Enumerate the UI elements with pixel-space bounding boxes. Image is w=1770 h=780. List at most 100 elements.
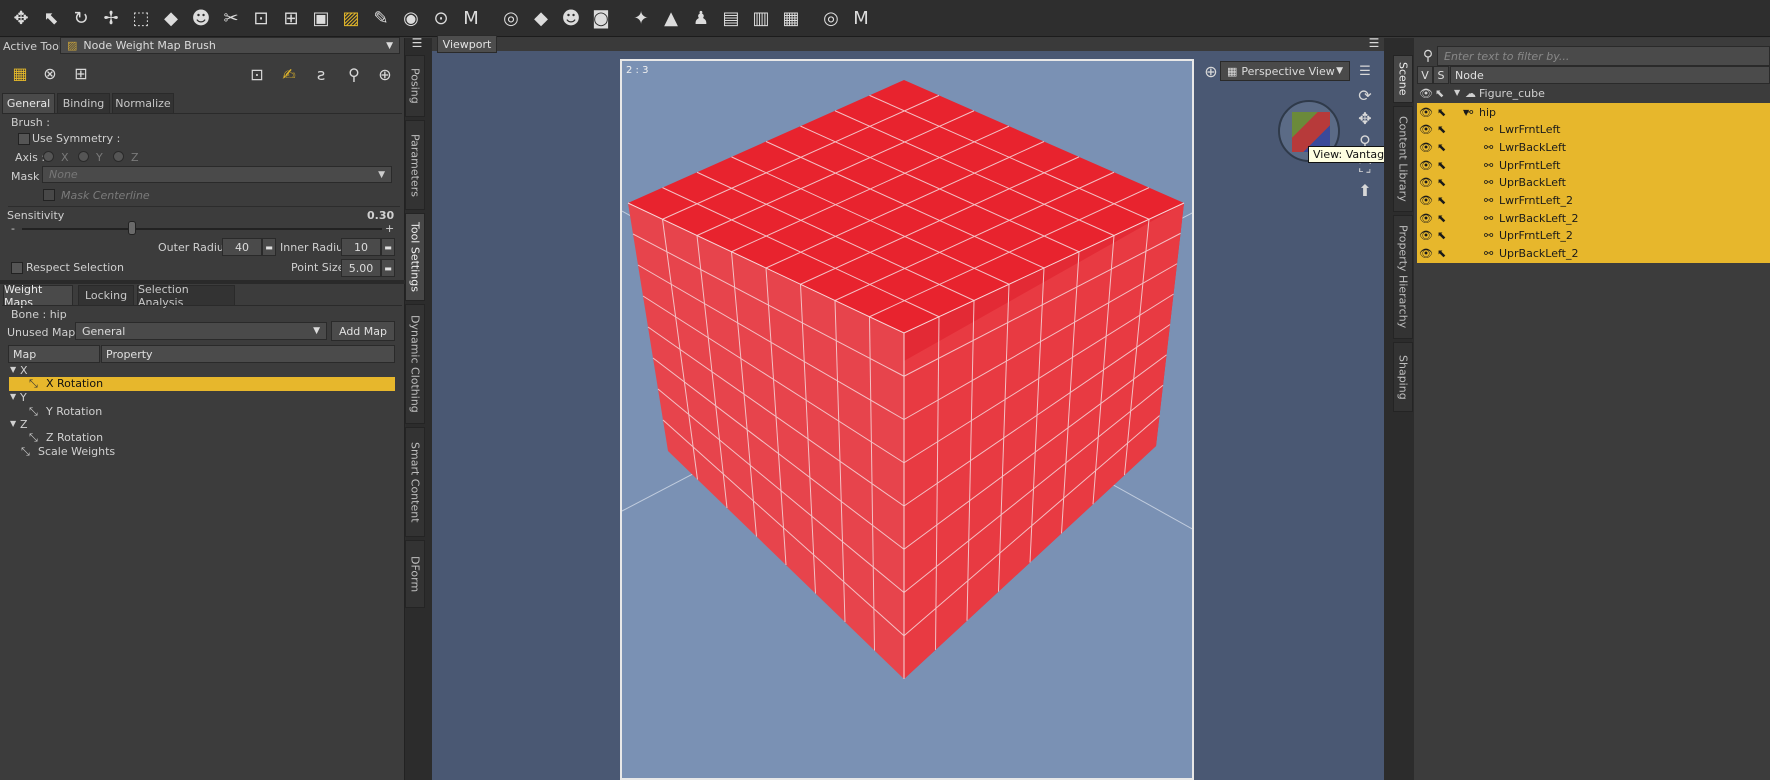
eye-icon[interactable]: 👁 <box>1419 141 1433 154</box>
sensitivity-minus[interactable]: - <box>11 222 15 235</box>
active-tool-select[interactable]: ▨ Node Weight Map Brush ▼ <box>60 37 400 54</box>
select-all-icon[interactable]: ▦ <box>12 64 28 83</box>
eye-icon[interactable]: 👁 <box>1419 176 1433 189</box>
figure-tool-icon[interactable]: ☻ <box>186 4 216 32</box>
vtab-scene[interactable]: Scene <box>1393 55 1413 103</box>
tab-weight-maps[interactable]: Weight Maps <box>3 283 73 309</box>
scene-row-bone[interactable]: 👁 ⬉ ⚯ LwrFrntLeft_2 <box>1417 191 1770 210</box>
tree-item-y-rotation[interactable]: Y Rotation <box>46 405 102 418</box>
light-icon[interactable]: ✦ <box>626 4 656 32</box>
eye-icon[interactable]: 👁 <box>1419 212 1433 225</box>
figure-pose-icon[interactable]: ♟ <box>686 4 716 32</box>
add-map-button[interactable]: Add Map <box>331 321 395 341</box>
pin-icon[interactable]: ⚲ <box>345 65 363 84</box>
smooth-icon[interactable]: ƨ <box>312 65 330 84</box>
column-header-visible[interactable]: V <box>1417 66 1433 84</box>
tab-normalize[interactable]: Normalize <box>112 93 174 113</box>
morph2-icon[interactable]: Ⅿ <box>846 4 876 32</box>
select-arrow-icon[interactable]: ⬉ <box>1437 123 1446 136</box>
render-settings3-icon[interactable]: ▦ <box>776 4 806 32</box>
select-arrow-icon[interactable]: ⬉ <box>1437 194 1446 207</box>
eye-icon[interactable]: 👁 <box>1419 123 1433 136</box>
vtab-smart-content[interactable]: Smart Content <box>405 427 425 537</box>
viewport-menu-icon[interactable]: ☰ <box>1366 36 1382 50</box>
axis-y-radio[interactable] <box>78 151 89 162</box>
sensitivity-slider-track[interactable] <box>22 228 382 230</box>
figure-icon[interactable]: ☻ <box>556 4 586 32</box>
unused-maps-select[interactable]: General ▼ <box>75 322 327 340</box>
geometry-icon[interactable]: ◆ <box>526 4 556 32</box>
render-icon[interactable]: ◎ <box>496 4 526 32</box>
column-header-property[interactable]: Property <box>101 345 395 363</box>
morph-icon[interactable]: Ⅿ <box>456 4 486 32</box>
select-arrow-icon[interactable]: ⬉ <box>1435 87 1444 100</box>
pan-icon[interactable]: ✥ <box>1355 109 1375 128</box>
node-selection-icon[interactable]: ⊞ <box>276 4 306 32</box>
tree-item-x-rotation[interactable]: ⤡ X Rotation <box>9 377 395 391</box>
column-header-node[interactable]: Node <box>1450 66 1770 84</box>
outer-radius-field[interactable]: 40 <box>222 238 262 256</box>
select-arrow-icon[interactable]: ⬉ <box>1437 212 1446 225</box>
select-arrow-icon[interactable]: ⬉ <box>1437 229 1446 242</box>
scene-row-bone[interactable]: 👁 ⬉ ⚯ LwrBackLeft <box>1417 138 1770 157</box>
inner-radius-stepper[interactable]: ▬ <box>381 238 395 256</box>
orbit-icon[interactable]: ⟳ <box>1355 86 1375 105</box>
scene-row-bone[interactable]: 👁 ⬉ ⚯ LwrBackLeft_2 <box>1417 209 1770 228</box>
eye-icon[interactable]: 👁 <box>1419 194 1433 207</box>
select-arrow-icon[interactable]: ⬉ <box>1437 159 1446 172</box>
vtab-dform[interactable]: DForm <box>405 540 425 608</box>
column-header-map[interactable]: Map <box>8 345 100 363</box>
fill-icon[interactable]: ⊡ <box>248 65 266 84</box>
render-settings-icon[interactable]: ▤ <box>716 4 746 32</box>
eye-icon[interactable]: 👁 <box>1419 247 1433 260</box>
camera2-icon[interactable]: ◙ <box>586 4 616 32</box>
geometry-brush-icon[interactable]: ◆ <box>156 4 186 32</box>
inner-radius-field[interactable]: 10 <box>341 238 381 256</box>
rotate-icon[interactable]: ↻ <box>66 4 96 32</box>
eye-icon[interactable]: 👁 <box>1419 106 1433 119</box>
expand-x-icon[interactable]: ▼ <box>10 365 16 374</box>
select-arrow-icon[interactable]: ⬉ <box>1437 106 1446 119</box>
axis-z-radio[interactable] <box>113 151 124 162</box>
tree-item-z-rotation[interactable]: Z Rotation <box>46 431 103 444</box>
vtab-dynamic-clothing[interactable]: Dynamic Clothing <box>405 304 425 424</box>
globe-icon[interactable]: ⊕ <box>1200 61 1222 81</box>
scene-row-bone[interactable]: 👁 ⬉ ⚯ UprFrntLeft_2 <box>1417 226 1770 245</box>
point-size-stepper[interactable]: ▬ <box>381 259 395 277</box>
select-none-icon[interactable]: ⊗ <box>42 64 58 83</box>
respect-selection-checkbox[interactable] <box>11 262 23 274</box>
select-arrow-icon[interactable]: ⬉ <box>1437 141 1446 154</box>
vtab-tool-settings[interactable]: Tool Settings <box>405 213 425 301</box>
select-arrow-icon[interactable]: ⬉ <box>1437 176 1446 189</box>
expand-y-icon[interactable]: ▼ <box>10 392 16 401</box>
pointer-icon[interactable]: ⬉ <box>36 4 66 32</box>
invert-selection-icon[interactable]: ⊞ <box>73 64 89 83</box>
viewport-options-icon[interactable]: ☰ <box>1356 62 1374 80</box>
outer-radius-stepper[interactable]: ▬ <box>262 238 276 256</box>
scene-row-figure-cube[interactable]: 👁 ⬉ ▼ ☁ Figure_cube <box>1417 86 1770 102</box>
perspective-view-select[interactable]: ▦ Perspective View ▼ <box>1220 61 1350 81</box>
mask-centerline-checkbox[interactable] <box>43 189 55 201</box>
scale-icon[interactable]: ⬚ <box>126 4 156 32</box>
globe-icon[interactable]: ⊕ <box>376 65 394 84</box>
spotlight-icon[interactable]: ◉ <box>396 4 426 32</box>
scene-row-bone[interactable]: 👁 ⬉ ⚯ UprBackLeft_2 <box>1417 244 1770 263</box>
reset-view-icon[interactable]: ⬆ <box>1355 181 1375 200</box>
vtab-content-library[interactable]: Content Library <box>1393 106 1413 212</box>
eye-icon[interactable]: 👁 <box>1419 87 1433 100</box>
tab-general[interactable]: General <box>2 93 55 113</box>
scene-row-hip[interactable]: 👁 ⬉ ▼ ⚯ hip <box>1417 103 1770 121</box>
scene-row-bone[interactable]: 👁 ⬉ ⚯ UprFrntLeft <box>1417 156 1770 175</box>
sensitivity-plus[interactable]: + <box>385 222 394 235</box>
render-icon2[interactable]: ◎ <box>816 4 846 32</box>
tab-locking[interactable]: Locking <box>78 285 134 305</box>
tab-binding[interactable]: Binding <box>57 93 110 113</box>
vtab-parameters[interactable]: Parameters <box>405 120 425 210</box>
expand-z-icon[interactable]: ▼ <box>10 419 16 428</box>
scene-row-bone[interactable]: 👁 ⬉ ⚯ LwrFrntLeft <box>1417 120 1770 139</box>
tab-selection-analysis[interactable]: Selection Analysis <box>137 283 235 309</box>
column-header-selectable[interactable]: S <box>1433 66 1449 84</box>
tab-viewport[interactable]: Viewport <box>437 35 497 53</box>
panel-menu-icon[interactable]: ☰ <box>407 36 427 50</box>
axis-x-radio[interactable] <box>43 151 54 162</box>
